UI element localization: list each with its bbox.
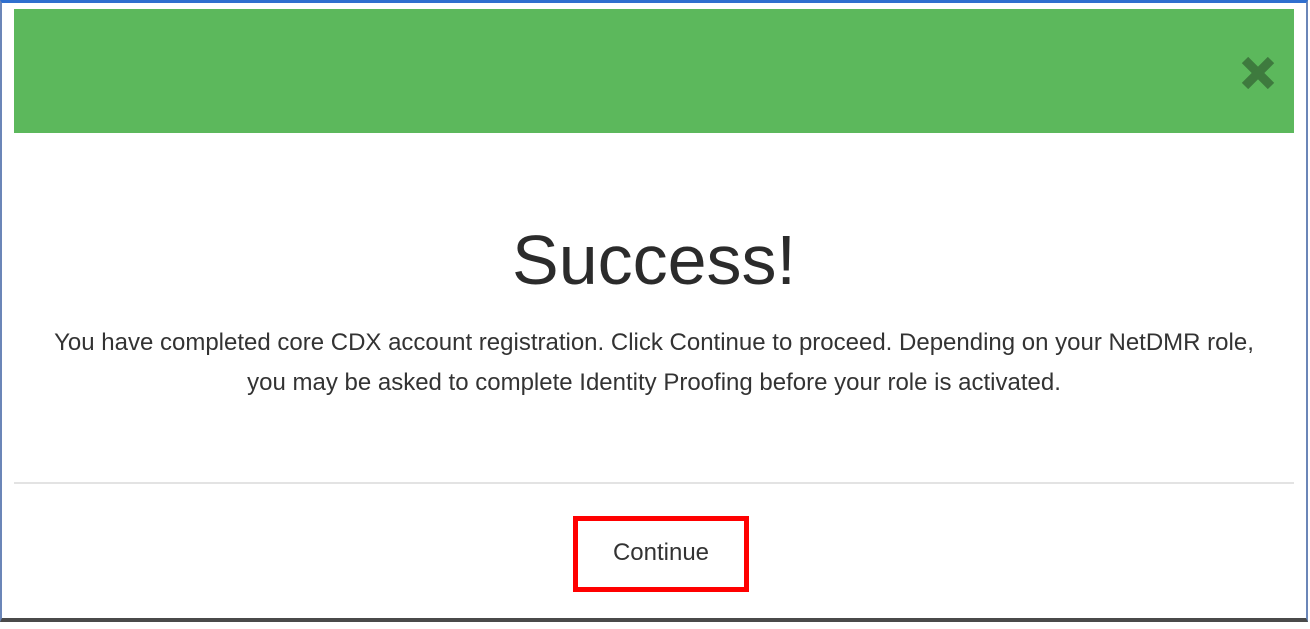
dialog-header <box>14 9 1294 133</box>
dialog-footer: Continue <box>14 484 1294 616</box>
close-icon <box>1241 56 1275 90</box>
dialog-body: Success! You have completed core CDX acc… <box>14 133 1294 482</box>
close-button[interactable] <box>1238 53 1278 93</box>
dialog-title: Success! <box>512 221 796 299</box>
dialog-message: You have completed core CDX account regi… <box>54 329 1254 396</box>
continue-button[interactable]: Continue <box>573 516 749 592</box>
